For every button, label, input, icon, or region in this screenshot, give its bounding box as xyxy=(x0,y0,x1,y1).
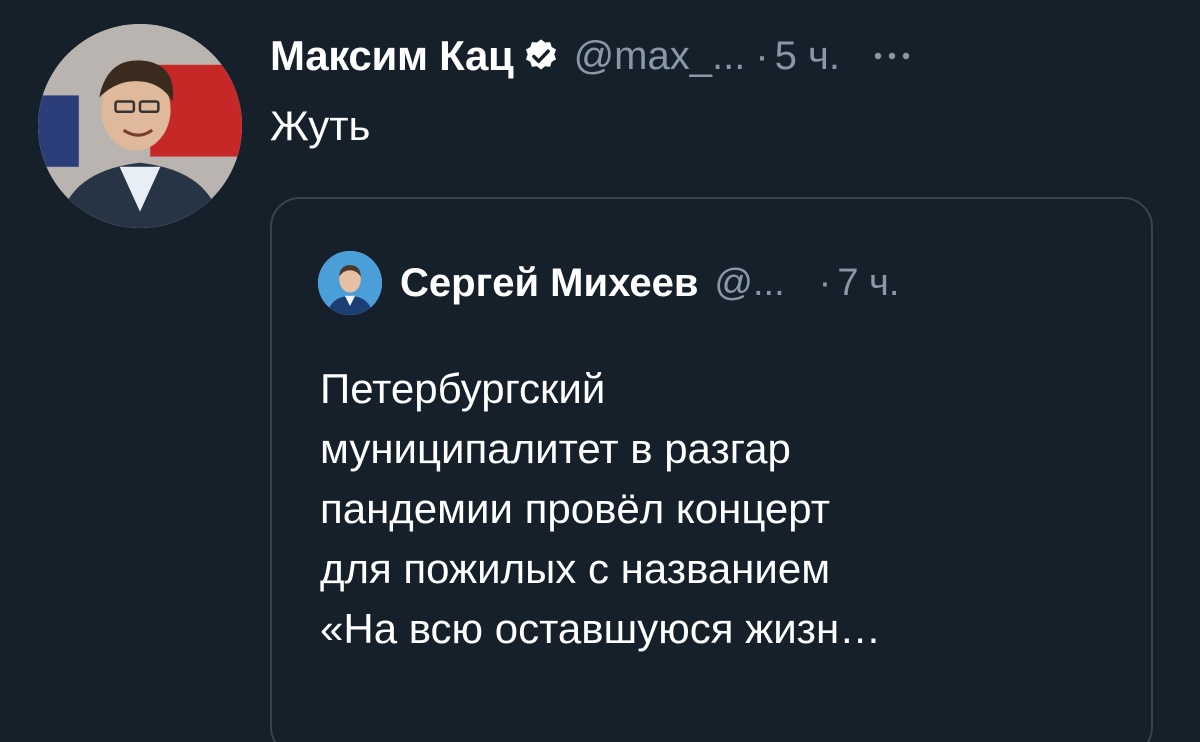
quoted-text-line: Петербургский xyxy=(320,365,606,412)
quoted-tweet-timestamp[interactable]: 7 ч. xyxy=(837,262,899,305)
author-handle[interactable]: @max_... xyxy=(574,34,746,79)
quoted-text-line: муниципалитет в разгар xyxy=(320,425,791,472)
quoted-author-name[interactable]: Сергей Михеев xyxy=(400,261,698,306)
quoted-author-handle[interactable]: @... xyxy=(714,262,784,305)
tweet-header: Максим Кац @max_... · 5 ч. xyxy=(270,28,914,84)
tweet[interactable]: Максим Кац @max_... · 5 ч. Жуть Сергей М… xyxy=(0,0,1200,742)
author-name[interactable]: Максим Кац xyxy=(270,32,514,80)
quoted-text-line: «На всю оставшуюся жизн… xyxy=(320,605,882,652)
quoted-tweet-header: Сергей Михеев @... · 7 ч. xyxy=(318,251,899,315)
more-options-icon[interactable] xyxy=(870,49,914,63)
quoted-tweet-text: Петербургский муниципалитет в разгар пан… xyxy=(320,359,1120,659)
tweet-timestamp[interactable]: 5 ч. xyxy=(775,34,840,79)
quoted-author-avatar[interactable] xyxy=(318,251,382,315)
quoted-separator-dot: · xyxy=(818,261,832,304)
author-avatar-image xyxy=(38,24,242,228)
quoted-text-line: пандемии провёл концерт xyxy=(320,485,830,532)
quoted-tweet-card[interactable]: Сергей Михеев @... · 7 ч. Петербургский … xyxy=(270,197,1153,742)
tweet-text: Жуть xyxy=(270,102,371,149)
quoted-text-line: для пожилых с названием xyxy=(320,545,831,592)
author-avatar[interactable] xyxy=(38,24,242,228)
quoted-author-avatar-image xyxy=(318,251,382,315)
verified-badge-icon xyxy=(522,37,560,75)
separator-dot: · xyxy=(755,33,769,78)
